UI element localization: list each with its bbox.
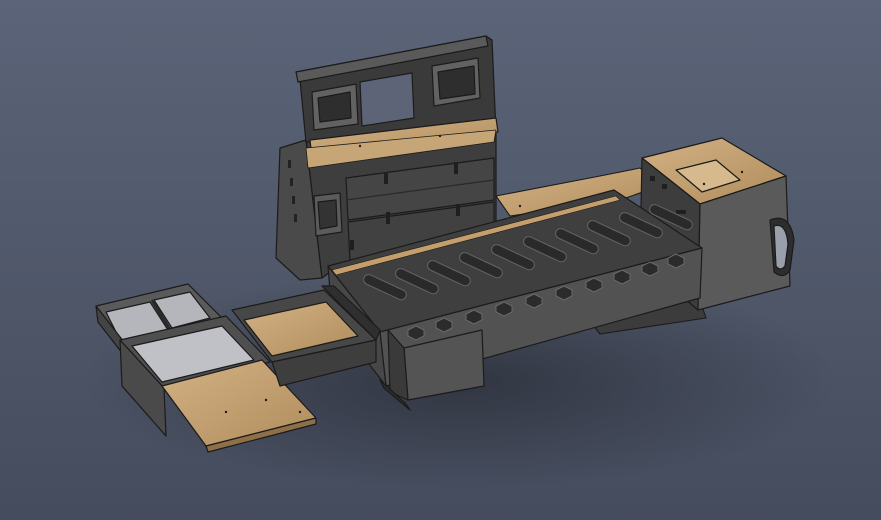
3d-viewport[interactable] [0,0,881,520]
cad-scene [0,0,881,520]
